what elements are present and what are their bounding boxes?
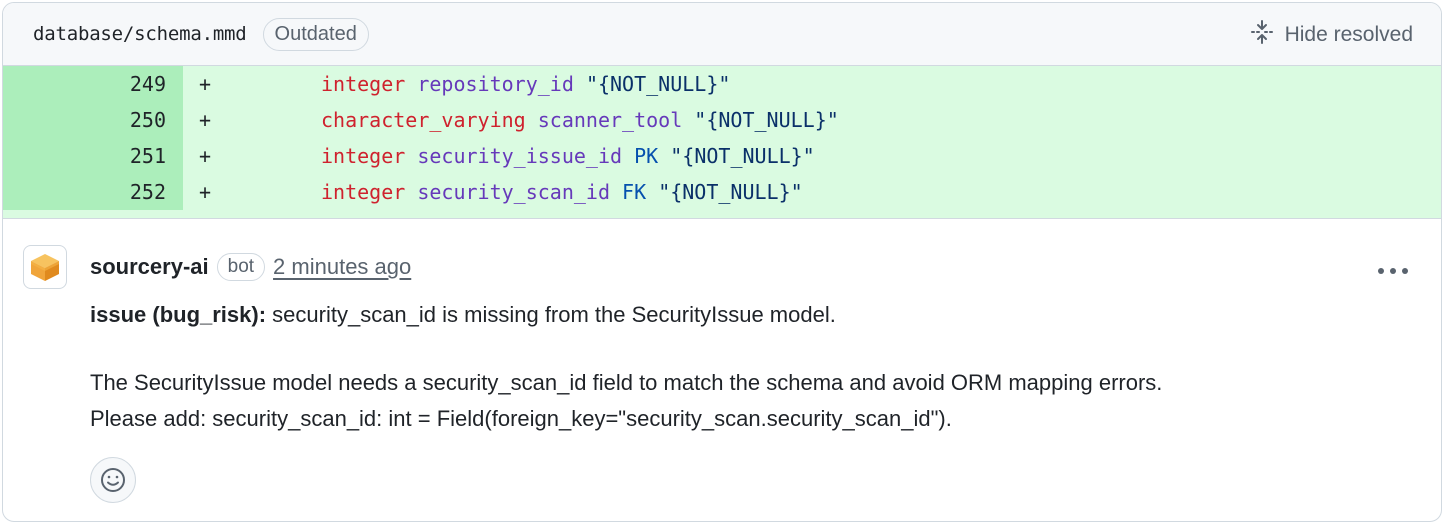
comment-title: issue (bug_risk): security_scan_id is mi… [90, 297, 1421, 333]
column-name: security_scan_id [417, 180, 610, 204]
column-name: repository_id [417, 72, 574, 96]
comment-detail: The SecurityIssue model needs a security… [90, 365, 1421, 437]
bot-badge: bot [216, 253, 266, 281]
comment-timestamp[interactable]: 2 minutes ago [273, 254, 411, 280]
review-thread: database/schema.mmd Outdated Hide resolv… [2, 2, 1442, 522]
diff-table: 249 + integer repository_id "{NOT_NULL}" … [3, 66, 1441, 210]
line-number[interactable]: 249 [3, 66, 183, 102]
added-marker: + [199, 144, 212, 168]
column-constraint: "{NOT_NULL}" [694, 108, 839, 132]
code-line: + character_varying scanner_tool "{NOT_NU… [183, 102, 1441, 138]
column-name: scanner_tool [537, 108, 683, 132]
line-number[interactable]: 252 [3, 174, 183, 210]
diff-line: 252 + integer security_scan_id FK "{NOT_N… [3, 174, 1441, 210]
add-reaction-button[interactable] [90, 457, 136, 503]
review-comment: sourcery-ai bot 2 minutes ago issue (bug… [3, 219, 1441, 503]
code-line: + integer repository_id "{NOT_NULL}" [183, 66, 1441, 102]
line-number[interactable]: 250 [3, 102, 183, 138]
added-marker: + [199, 108, 212, 132]
diff-line: 249 + integer repository_id "{NOT_NULL}" [3, 66, 1441, 102]
column-type: integer [321, 180, 406, 204]
key-marker: PK [634, 144, 659, 168]
code-line: + integer security_scan_id FK "{NOT_NULL}… [183, 174, 1441, 210]
issue-summary: security_scan_id is missing from the Sec… [266, 302, 836, 327]
column-name: security_issue_id [417, 144, 623, 168]
column-constraint: "{NOT_NULL}" [585, 72, 731, 96]
author-name[interactable]: sourcery-ai [90, 254, 209, 280]
fold-icon [1249, 19, 1275, 51]
diff-line: 251 + integer security_issue_id PK "{NOT_… [3, 138, 1441, 174]
kebab-horizontal-icon[interactable] [1377, 257, 1409, 279]
code-line: + integer security_issue_id PK "{NOT_NULL… [183, 138, 1441, 174]
column-constraint: "{NOT_NULL}" [670, 144, 815, 168]
column-type: integer [321, 72, 406, 96]
file-header: database/schema.mmd Outdated Hide resolv… [3, 3, 1441, 66]
comment-body: issue (bug_risk): security_scan_id is mi… [90, 297, 1421, 437]
added-marker: + [199, 72, 212, 96]
column-type: integer [321, 144, 406, 168]
comment-detail-line: Please add: security_scan_id: int = Fiel… [90, 406, 952, 431]
hide-resolved-label: Hide resolved [1284, 22, 1413, 46]
file-path[interactable]: database/schema.mmd [33, 23, 247, 45]
comment-detail-line: The SecurityIssue model needs a security… [90, 370, 1163, 395]
column-type: character_varying [321, 108, 526, 132]
added-marker: + [199, 180, 212, 204]
smiley-icon [101, 468, 125, 492]
diff-bottom [3, 210, 1441, 219]
avatar[interactable] [23, 245, 67, 289]
sourcery-logo-icon [31, 254, 59, 281]
comment-header: sourcery-ai bot 2 minutes ago [90, 245, 1421, 289]
column-constraint: "{NOT_NULL}" [658, 180, 803, 204]
diff-line: 250 + character_varying scanner_tool "{NO… [3, 102, 1441, 138]
issue-label: issue (bug_risk): [90, 302, 267, 327]
line-number[interactable]: 251 [3, 138, 183, 174]
outdated-badge: Outdated [262, 17, 369, 51]
key-marker: FK [622, 180, 647, 204]
hide-resolved-button[interactable]: Hide resolved [1249, 3, 1413, 66]
